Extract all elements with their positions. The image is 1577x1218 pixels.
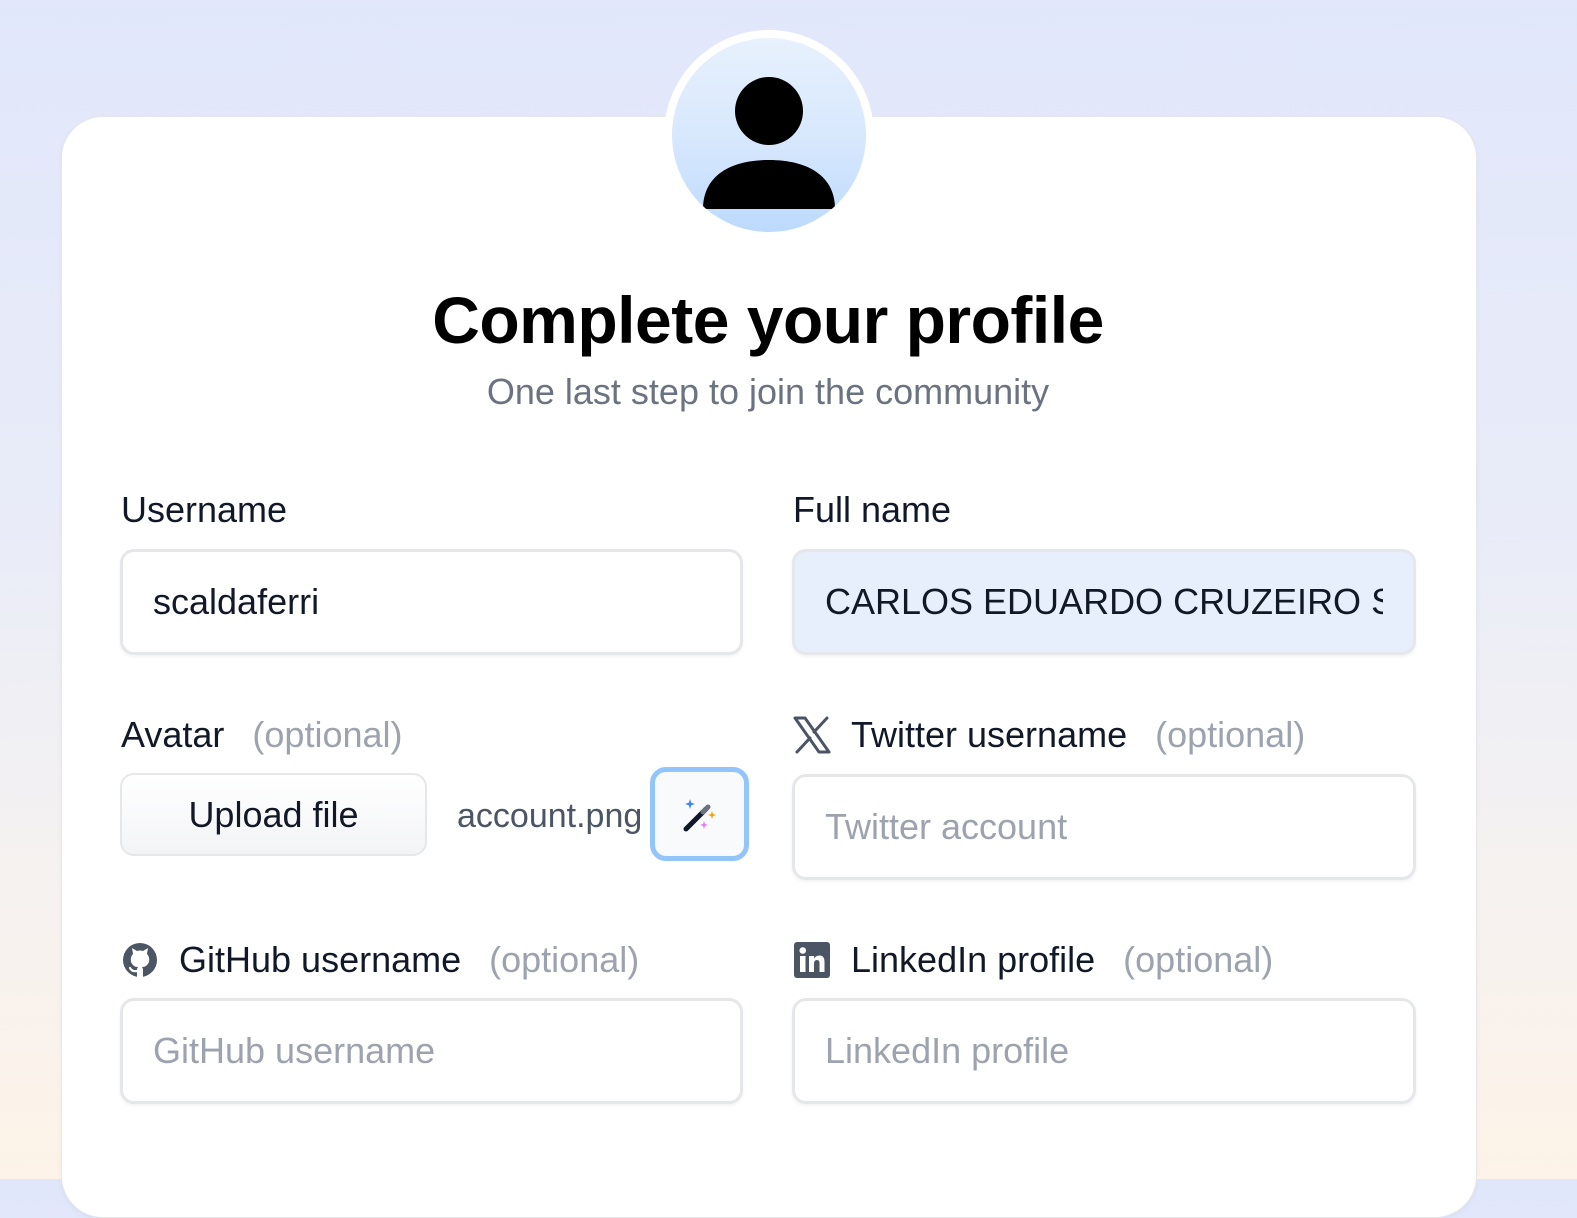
avatar-optional-tag: (optional) <box>252 714 403 755</box>
avatar-label-text: Avatar <box>121 714 225 755</box>
github-label-text: GitHub username <box>179 939 462 980</box>
username-input[interactable] <box>120 549 743 655</box>
avatar-disc <box>672 38 866 232</box>
linkedin-label-text: LinkedIn profile <box>851 939 1096 980</box>
twitter-input[interactable] <box>792 774 1416 880</box>
user-silhouette-icon <box>703 77 835 209</box>
github-optional-tag: (optional) <box>489 939 640 980</box>
twitter-optional-tag: (optional) <box>1155 714 1306 755</box>
avatar-preview <box>664 30 874 240</box>
linkedin-icon <box>793 941 831 979</box>
upload-file-button[interactable]: Upload file <box>120 773 427 856</box>
full-name-input[interactable] <box>792 549 1416 655</box>
full-name-label-text: Full name <box>793 489 952 530</box>
linkedin-input[interactable] <box>792 998 1416 1104</box>
selected-filename: account.png <box>457 797 643 835</box>
linkedin-label: LinkedIn profile (optional) <box>793 938 1273 982</box>
page-subtitle: One last step to join the community <box>486 371 1050 412</box>
x-logo-icon <box>793 716 831 754</box>
username-label: Username <box>121 488 287 532</box>
twitter-label-text: Twitter username <box>851 714 1128 755</box>
github-label: GitHub username (optional) <box>121 938 639 982</box>
full-name-label: Full name <box>793 488 951 532</box>
magic-wand-icon <box>683 799 716 832</box>
username-label-text: Username <box>121 489 288 530</box>
avatar-label: Avatar (optional) <box>121 713 403 757</box>
linkedin-optional-tag: (optional) <box>1123 939 1274 980</box>
twitter-label: Twitter username (optional) <box>793 713 1305 757</box>
github-icon <box>121 941 159 979</box>
page-title: Complete your profile <box>432 283 1104 357</box>
github-input[interactable] <box>120 998 743 1104</box>
generate-avatar-button[interactable] <box>650 767 749 861</box>
